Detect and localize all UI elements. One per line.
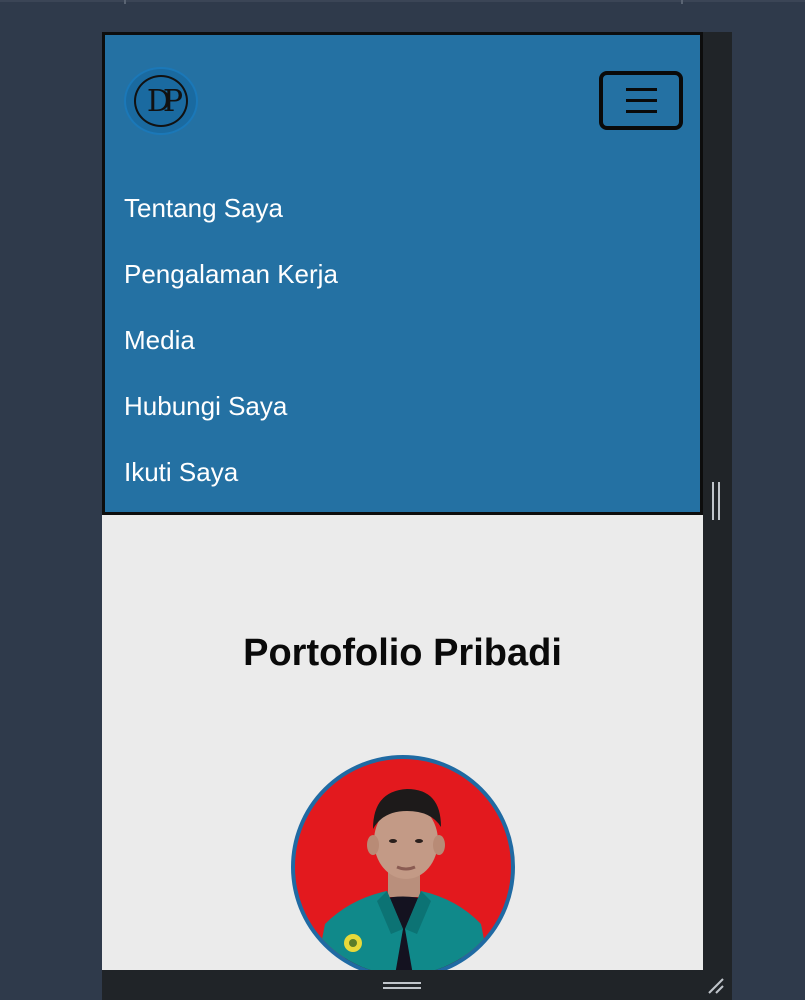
nav-item-ikuti-saya[interactable]: Ikuti Saya xyxy=(124,452,338,518)
menu-toggle-button[interactable] xyxy=(599,71,683,130)
hamburger-icon-line-top xyxy=(626,88,657,91)
nav-item-media[interactable]: Media xyxy=(124,320,338,386)
navbar: DP Tentang Saya Pengalaman Kerja Media H… xyxy=(102,32,703,515)
side-resize-grip[interactable] xyxy=(711,482,721,520)
window-top-edge xyxy=(0,0,805,4)
hamburger-icon-line-bottom xyxy=(626,110,657,113)
device-frame: DP Tentang Saya Pengalaman Kerja Media H… xyxy=(102,32,732,1000)
avatar xyxy=(291,755,515,970)
logo-monogram: DP xyxy=(134,75,188,127)
hamburger-icon-line-middle xyxy=(626,99,657,102)
logo[interactable]: DP xyxy=(124,67,198,135)
nav-menu: Tentang Saya Pengalaman Kerja Media Hubu… xyxy=(124,188,338,518)
page-viewport: DP Tentang Saya Pengalaman Kerja Media H… xyxy=(102,32,703,970)
resize-handle-icon[interactable] xyxy=(706,976,726,996)
bottom-resize-grip[interactable] xyxy=(383,982,421,990)
profile-photo-illustration xyxy=(315,789,491,970)
nav-item-tentang-saya[interactable]: Tentang Saya xyxy=(124,188,338,254)
nav-item-hubungi-saya[interactable]: Hubungi Saya xyxy=(124,386,338,452)
nav-item-pengalaman-kerja[interactable]: Pengalaman Kerja xyxy=(124,254,338,320)
page-title: Portofolio Pribadi xyxy=(243,632,562,674)
